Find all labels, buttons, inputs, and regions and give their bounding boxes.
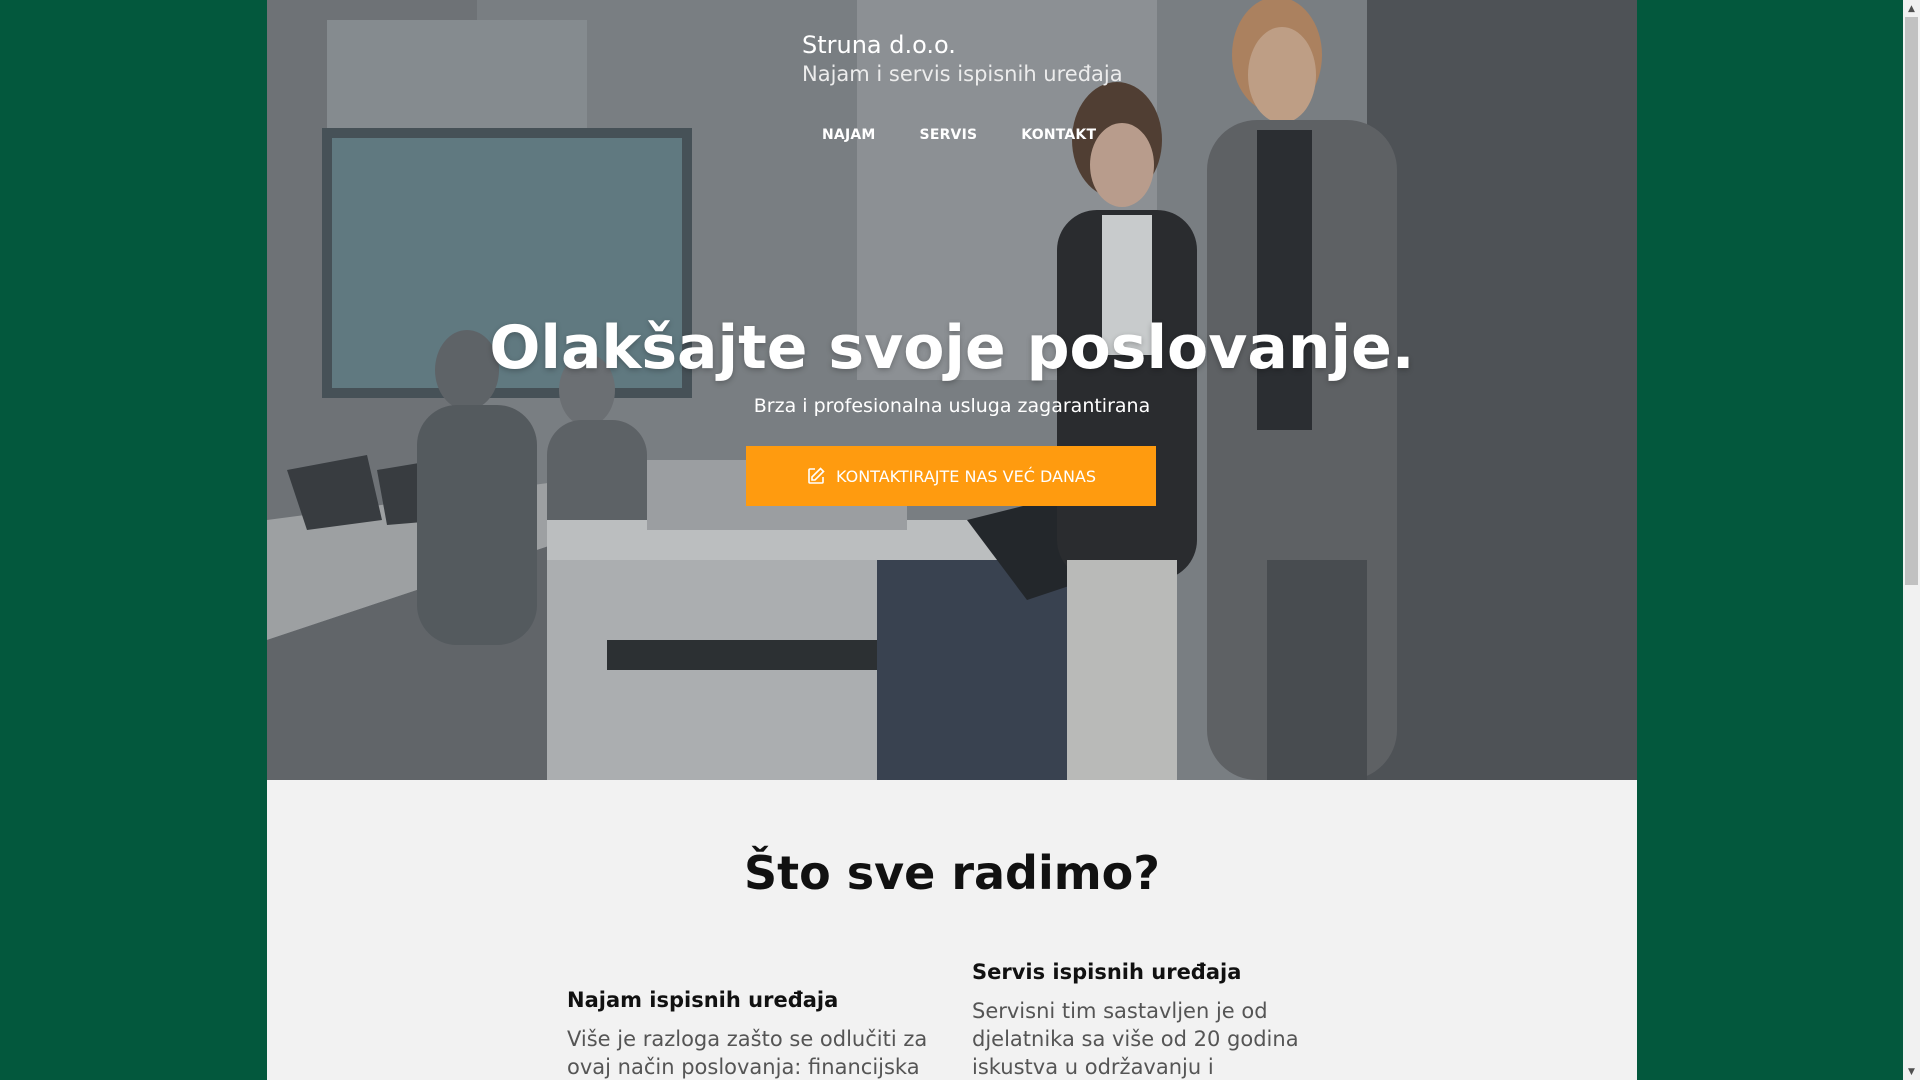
nav-item-servis[interactable]: SERVIS (920, 127, 978, 143)
scroll-up-arrow-icon[interactable]: ▲ (1903, 0, 1920, 17)
cta-label: KONTAKTIRAJTE NAS VEĆ DANAS (835, 466, 1097, 486)
service-title: Najam ispisnih uređaja (567, 988, 839, 1012)
service-card-najam: Najam ispisnih uređaja Više je razloga z… (567, 985, 937, 1080)
service-title: Servis ispisnih uređaja (972, 960, 1242, 984)
edit-icon (806, 466, 826, 486)
site-name[interactable]: Struna d.o.o. (802, 30, 1123, 60)
services-title: Što sve radimo? (744, 846, 1160, 900)
site-brand[interactable]: Struna d.o.o. Najam i servis ispisnih ur… (802, 30, 1123, 88)
page: Struna d.o.o. Najam i servis ispisnih ur… (267, 0, 1637, 1080)
vertical-scrollbar[interactable]: ▲ ▼ (1903, 0, 1920, 1080)
nav-item-kontakt[interactable]: KONTAKT (1021, 127, 1096, 143)
hero-subtitle: Brza i profesionalna usluga zagarantiran… (753, 395, 1151, 417)
service-card-servis: Servis ispisnih uređaja Servisni tim sas… (972, 957, 1342, 1080)
service-text: Servisni tim sastavljen je od djelatnika… (972, 999, 1299, 1079)
nav-item-najam[interactable]: NAJAM (822, 127, 876, 143)
service-text: Više je razloga zašto se odlučiti za ova… (567, 1027, 928, 1079)
hero-section: Struna d.o.o. Najam i servis ispisnih ur… (267, 0, 1637, 780)
scroll-down-arrow-icon[interactable]: ▼ (1903, 1063, 1920, 1080)
hero-title: Olakšajte svoje poslovanje. (489, 313, 1415, 383)
site-tagline: Najam i servis ispisnih uređaja (802, 62, 1123, 86)
scrollbar-thumb[interactable] (1905, 17, 1918, 585)
main-nav: NAJAM SERVIS KONTAKT (822, 127, 1096, 143)
contact-cta-button[interactable]: KONTAKTIRAJTE NAS VEĆ DANAS (746, 446, 1156, 506)
hero-overlay (267, 0, 1637, 780)
